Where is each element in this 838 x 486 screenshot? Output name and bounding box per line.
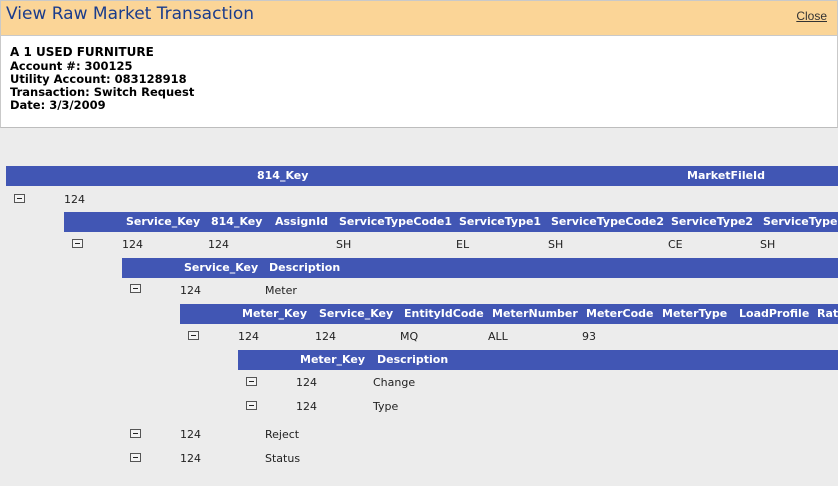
collapse-toggle-status[interactable] bbox=[130, 453, 141, 462]
col-description: Description bbox=[269, 261, 341, 274]
level1-header: 814_Key MarketFileId bbox=[6, 166, 838, 186]
level3-service-key: 124 bbox=[180, 428, 201, 441]
level4-metercode: 93 bbox=[582, 330, 596, 343]
col-servicetypecode1: ServiceTypeCode1 bbox=[339, 215, 453, 228]
transaction-date: Date: 3/3/2009 bbox=[10, 98, 106, 112]
level2-servicetypecode1: EL bbox=[456, 238, 470, 251]
level3-service-key: 124 bbox=[180, 284, 201, 297]
col-marketfileid: MarketFileId bbox=[687, 169, 766, 182]
col-meter-key: Meter_Key bbox=[242, 307, 308, 320]
level3-service-key: 124 bbox=[180, 452, 201, 465]
level5-header: Meter_Key Description bbox=[238, 350, 838, 370]
level4-service-key: 124 bbox=[315, 330, 336, 343]
level3-description: Meter bbox=[265, 284, 297, 297]
level3-header: Service_Key Description bbox=[122, 258, 838, 278]
level2-service-key: 124 bbox=[122, 238, 143, 251]
collapse-toggle-change[interactable] bbox=[246, 377, 257, 386]
level2-servicetype1: SH bbox=[548, 238, 564, 251]
close-link[interactable]: Close bbox=[796, 9, 827, 23]
collapse-toggle-meter[interactable] bbox=[130, 284, 141, 293]
transaction-info-panel: A 1 USED FURNITURE Account #: 300125 Uti… bbox=[0, 36, 838, 128]
col-metertype: MeterType bbox=[662, 307, 728, 320]
level5-meter-key: 124 bbox=[296, 400, 317, 413]
level5-description: Change bbox=[373, 376, 416, 389]
col-service-key: Service_Key bbox=[126, 215, 201, 228]
col-assignid: AssignId bbox=[275, 215, 329, 228]
col-service-key: Service_Key bbox=[184, 261, 259, 274]
collapse-toggle-reject[interactable] bbox=[130, 429, 141, 438]
level4-meter-key: 124 bbox=[238, 330, 259, 343]
level4-meternumber: ALL bbox=[488, 330, 508, 343]
level2-servicetypecode2: CE bbox=[668, 238, 683, 251]
col-rat: Rat bbox=[817, 307, 838, 320]
col-service-key: Service_Key bbox=[319, 307, 394, 320]
level5-meter-key: 124 bbox=[296, 376, 317, 389]
col-servicetype2: ServiceType2 bbox=[671, 215, 754, 228]
collapse-toggle-level1[interactable] bbox=[14, 194, 25, 203]
col-814-key: 814_Key bbox=[257, 169, 309, 182]
col-meternumber: MeterNumber bbox=[492, 307, 578, 320]
transaction-detail-grid[interactable]: 814_Key MarketFileId 124 Service_Key 814… bbox=[0, 128, 838, 486]
collapse-toggle-level4[interactable] bbox=[188, 331, 199, 340]
collapse-toggle-type[interactable] bbox=[246, 401, 257, 410]
col-814-key: 814_Key bbox=[211, 215, 263, 228]
col-entityidcode: EntityIdCode bbox=[404, 307, 484, 320]
level1-814-key: 124 bbox=[64, 193, 85, 206]
level4-header: Meter_Key Service_Key EntityIdCode Meter… bbox=[180, 304, 838, 324]
col-servicetype1: ServiceType1 bbox=[459, 215, 542, 228]
level2-814-key: 124 bbox=[208, 238, 229, 251]
title-bar: View Raw Market Transaction Close bbox=[0, 0, 838, 36]
level4-entityidcode: MQ bbox=[400, 330, 419, 343]
window-title: View Raw Market Transaction bbox=[6, 4, 255, 24]
level2-header: Service_Key 814_Key AssignId ServiceType… bbox=[64, 212, 838, 232]
level3-description: Status bbox=[265, 452, 301, 465]
col-meter-key: Meter_Key bbox=[300, 353, 366, 366]
level2-assignid: SH bbox=[336, 238, 352, 251]
col-loadprofile: LoadProfile bbox=[739, 307, 810, 320]
level3-description: Reject bbox=[265, 428, 300, 441]
col-servicetypecode2: ServiceTypeCode2 bbox=[551, 215, 665, 228]
level5-description: Type bbox=[373, 400, 399, 413]
col-servicetypec: ServiceTypeC bbox=[763, 215, 838, 228]
company-name: A 1 USED FURNITURE bbox=[10, 45, 154, 59]
collapse-toggle-level2[interactable] bbox=[72, 239, 83, 248]
col-metercode: MeterCode bbox=[586, 307, 654, 320]
col-description: Description bbox=[377, 353, 449, 366]
level2-servicetype2: SH bbox=[760, 238, 776, 251]
